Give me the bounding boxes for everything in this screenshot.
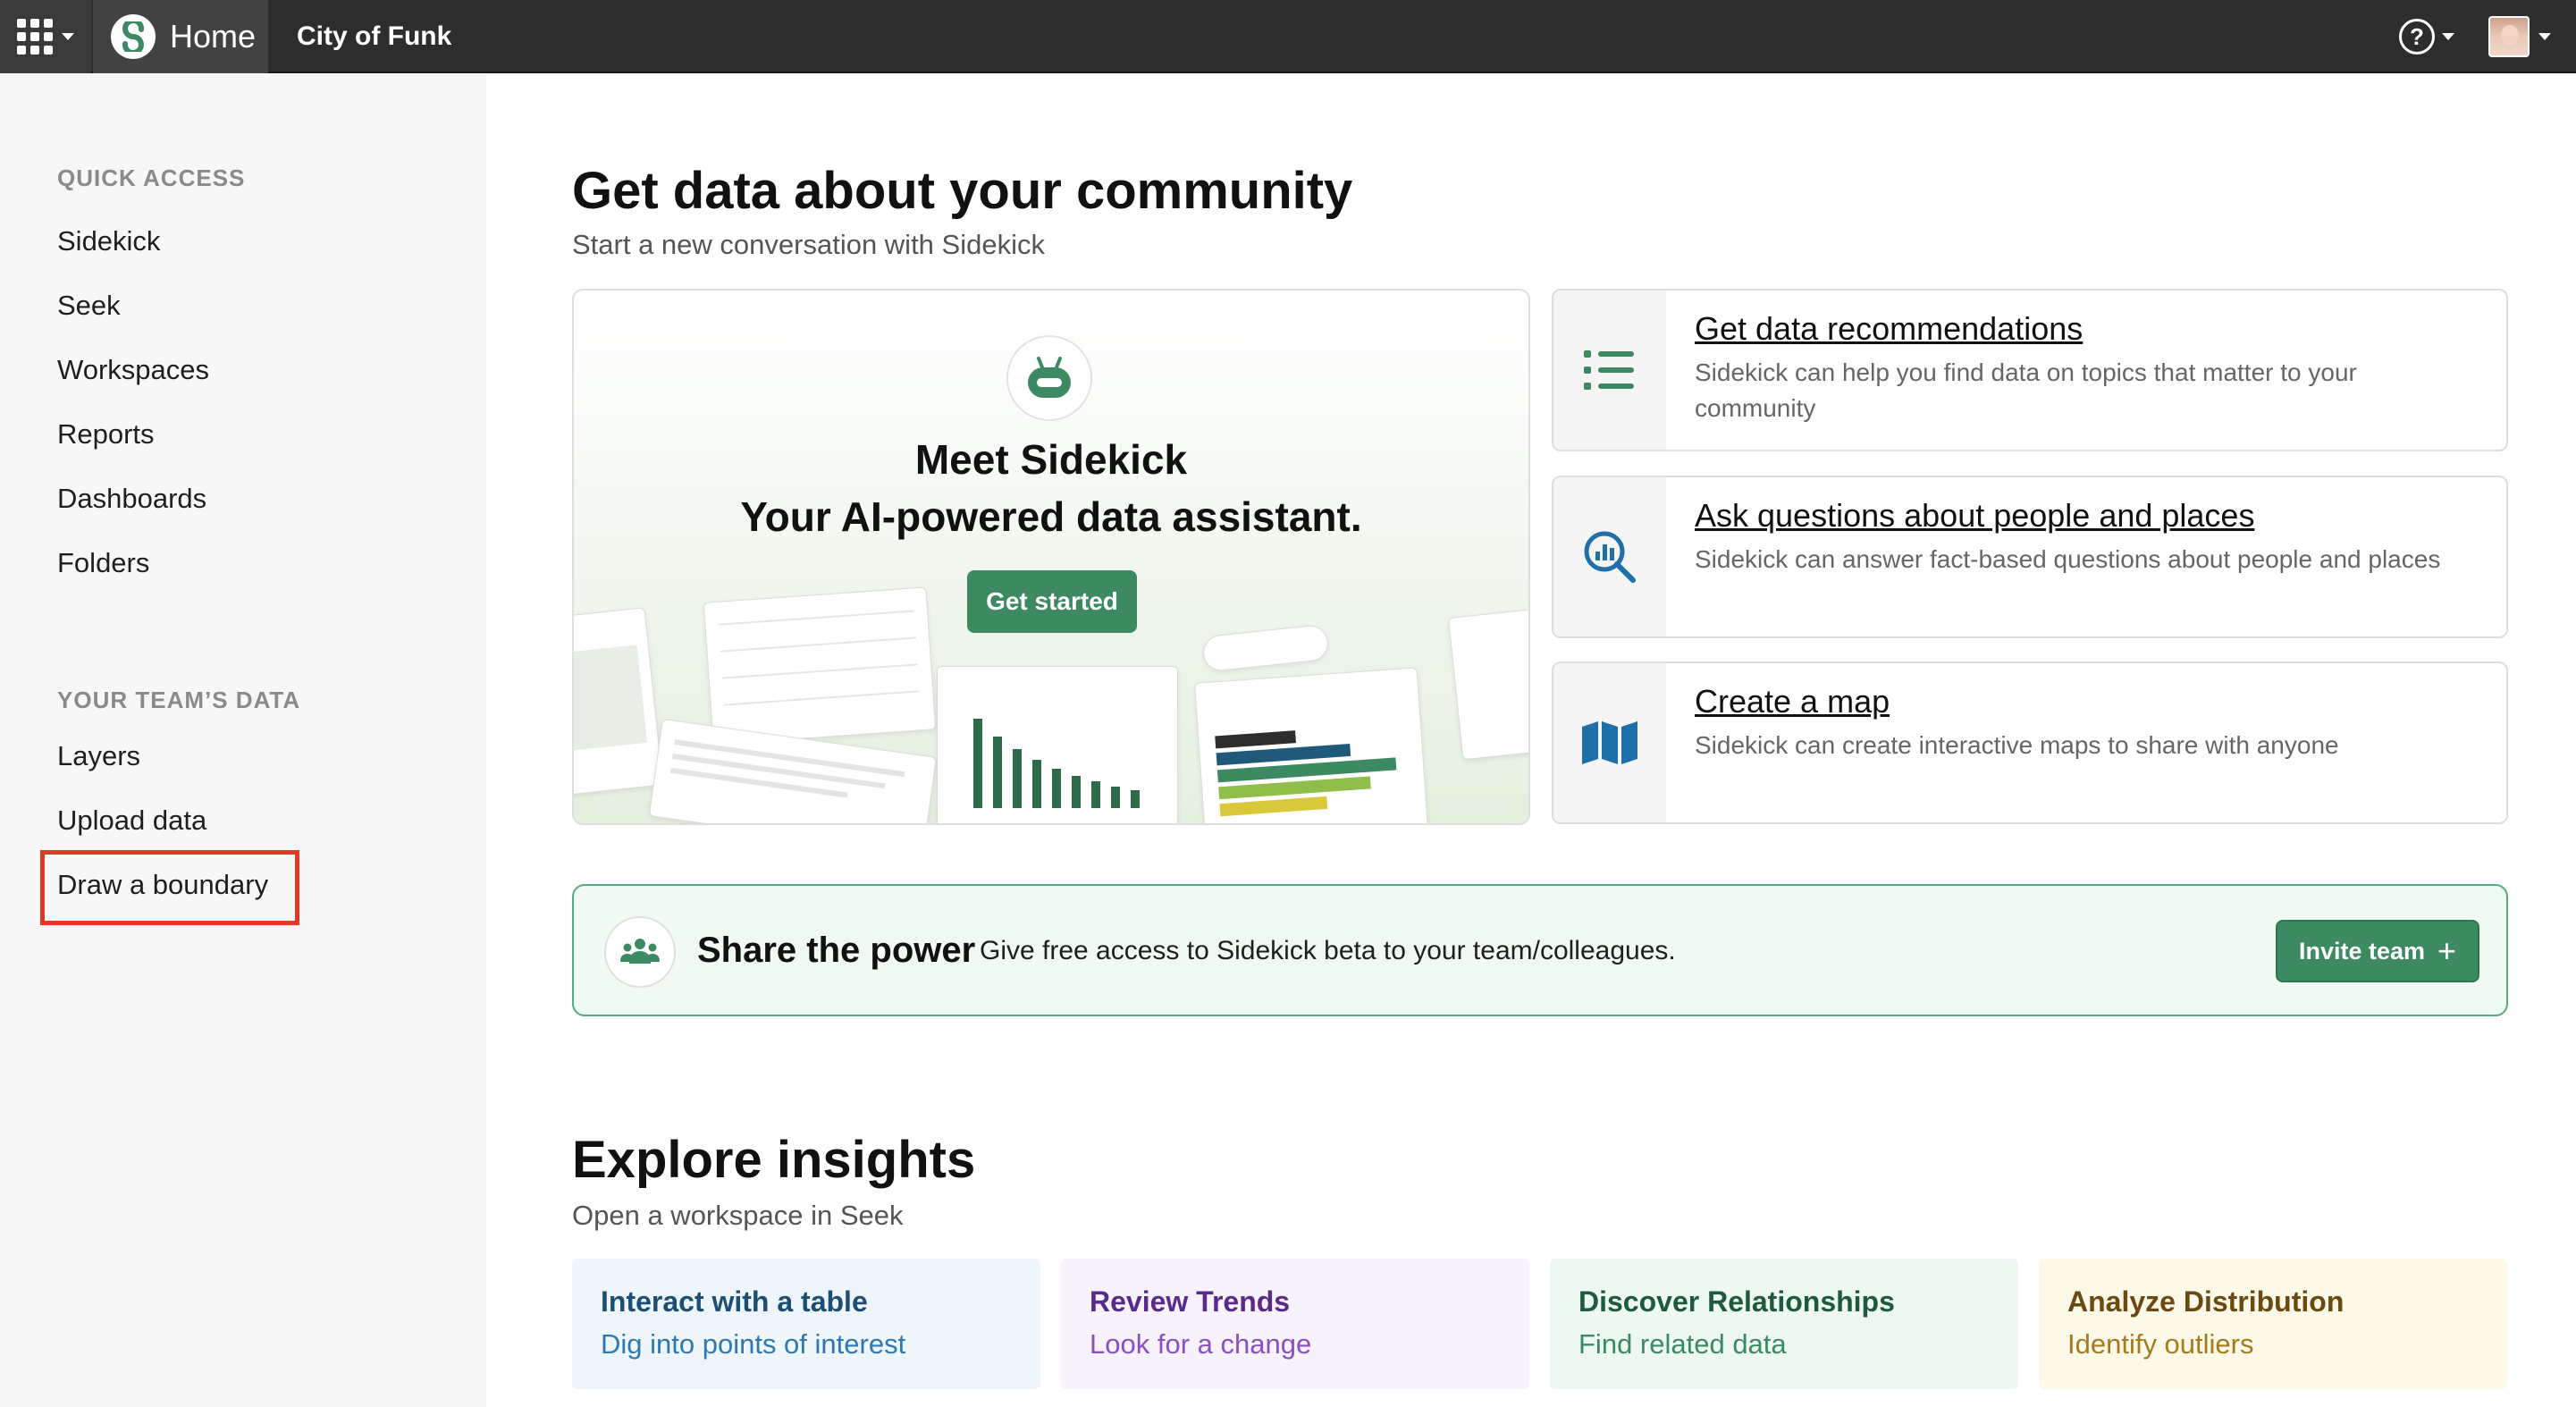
page-subtitle: Start a new conversation with Sidekick [572, 229, 1045, 260]
ask-questions-card[interactable]: Ask questions about people and places Si… [1552, 476, 2508, 638]
invite-team-button[interactable]: Invite team + [2276, 920, 2479, 982]
home-button[interactable]: Home [93, 0, 268, 73]
sidebar-item-workspaces[interactable]: Workspaces [57, 354, 209, 386]
sidebar: QUICK ACCESS Sidekick Seek Workspaces Re… [0, 75, 486, 1407]
user-menu-button[interactable] [2488, 16, 2551, 57]
horizontal-bar-thumbnail [1194, 667, 1428, 823]
hero-heading-line1: Meet Sidekick [914, 436, 1188, 483]
hero-heading-line2: Your AI-powered data assistant. [740, 493, 1362, 540]
sidebar-item-folders[interactable]: Folders [57, 547, 149, 579]
insight-description: Look for a change [1090, 1328, 1312, 1360]
insight-title: Interact with a table [601, 1285, 868, 1318]
bar-chart-thumbnail [937, 666, 1178, 823]
card-title[interactable]: Ask questions about people and places [1695, 497, 2254, 535]
highlight-box [40, 850, 299, 925]
quick-access-heading: QUICK ACCESS [57, 164, 246, 191]
map-icon [1553, 663, 1666, 822]
sidebar-item-dashboards[interactable]: Dashboards [57, 483, 206, 515]
sidebar-item-seek[interactable]: Seek [57, 290, 121, 322]
share-banner: Share the power Give free access to Side… [572, 884, 2508, 1016]
help-icon: ? [2399, 19, 2435, 55]
sidebar-item-layers[interactable]: Layers [57, 740, 140, 772]
share-description: Give free access to Sidekick beta to you… [980, 936, 1676, 965]
map-preview-thumbnail [574, 607, 664, 796]
sidebar-item-reports[interactable]: Reports [57, 418, 155, 451]
help-menu-button[interactable]: ? [2399, 18, 2454, 55]
plus-icon: + [2437, 932, 2457, 969]
page-title: Get data about your community [572, 162, 1353, 220]
insight-card-table[interactable]: Interact with a table Dig into points of… [572, 1259, 1040, 1389]
insight-title: Review Trends [1090, 1285, 1291, 1318]
explore-title: Explore insights [572, 1131, 976, 1189]
card-title[interactable]: Get data recommendations [1695, 310, 2083, 348]
insight-description: Identify outliers [2067, 1328, 2254, 1360]
insight-title: Discover Relationships [1578, 1285, 1895, 1318]
home-label: Home [170, 18, 257, 55]
card-description: Sidekick can create interactive maps to … [1695, 731, 2339, 759]
chart-search-icon [1553, 477, 1666, 636]
team-icon [604, 916, 676, 988]
insight-title: Analyze Distribution [2067, 1285, 2344, 1318]
card-title[interactable]: Create a map [1695, 683, 1890, 720]
chat-bubble-thumbnail [1201, 623, 1330, 673]
seek-logo-icon [111, 14, 156, 59]
chevron-down-icon [62, 33, 74, 40]
insight-card-distribution[interactable]: Analyze Distribution Identify outliers [2039, 1259, 2507, 1389]
grid-icon [17, 19, 53, 55]
share-title: Share the power [697, 931, 976, 970]
sidekick-hero-card[interactable]: Meet Sidekick Your AI-powered data assis… [572, 289, 1530, 825]
get-started-button[interactable]: Get started [967, 570, 1137, 633]
app-launcher-button[interactable] [0, 0, 91, 73]
invite-team-label: Invite team [2298, 937, 2426, 965]
chevron-down-icon [2538, 33, 2551, 40]
chevron-down-icon [2442, 33, 2454, 40]
team-data-heading: YOUR TEAM’S DATA [57, 687, 301, 713]
insight-description: Find related data [1578, 1328, 1787, 1360]
get-recommendations-card[interactable]: Get data recommendations Sidekick can he… [1552, 289, 2508, 451]
insight-card-relationships[interactable]: Discover Relationships Find related data [1550, 1259, 2018, 1389]
insight-card-trends[interactable]: Review Trends Look for a change [1061, 1259, 1529, 1389]
sidebar-item-sidekick[interactable]: Sidekick [57, 225, 160, 257]
table-preview-thumbnail [703, 586, 937, 746]
list-icon [1553, 291, 1666, 450]
insight-description: Dig into points of interest [601, 1328, 906, 1360]
robot-icon [1006, 335, 1092, 421]
organization-name[interactable]: City of Funk [297, 0, 451, 73]
top-bar: Home City of Funk ? [0, 0, 2576, 73]
create-map-card[interactable]: Create a map Sidekick can create interac… [1552, 661, 2508, 824]
card-description: Sidekick can help you find data on topic… [1695, 358, 2357, 422]
chat-panel-thumbnail [1447, 607, 1528, 761]
avatar [2488, 16, 2530, 57]
sidebar-item-upload-data[interactable]: Upload data [57, 805, 206, 837]
card-description: Sidekick can answer fact-based questions… [1695, 545, 2441, 573]
explore-subtitle: Open a workspace in Seek [572, 1200, 904, 1231]
